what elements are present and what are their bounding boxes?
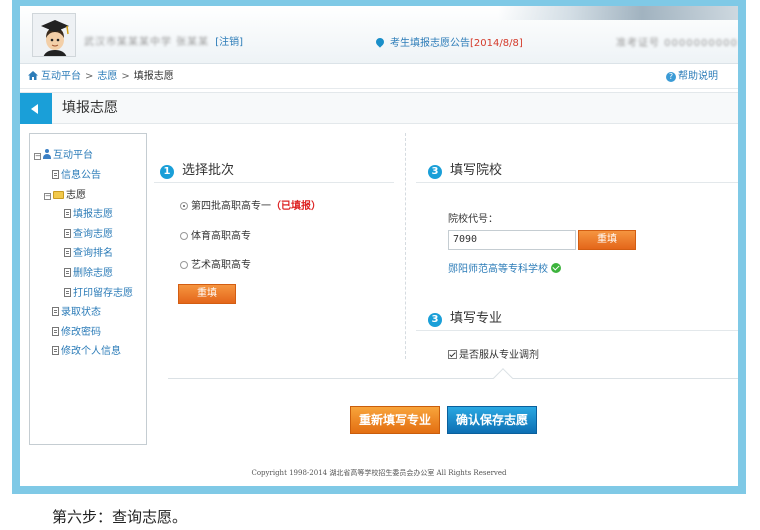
applied-badge: （已填报）: [271, 201, 321, 212]
radio-unselected[interactable]: [180, 261, 188, 269]
tree-item-delete[interactable]: 删除志愿: [64, 264, 113, 279]
folder-icon: [53, 191, 64, 199]
breadcrumb-home[interactable]: 互动平台: [41, 71, 81, 82]
collapse-arrow-button[interactable]: [20, 93, 52, 124]
header-banner-photo: [498, 6, 738, 20]
header: 武汉市某某某中学 张某某 [注销] 考生填报志愿公告[2014/8/8] 准考证号…: [20, 6, 738, 64]
obey-adjust-checkbox[interactable]: 是否服从专业调剂: [448, 346, 539, 361]
refill-major-button[interactable]: 重新填写专业: [350, 406, 440, 434]
step3-rule: [416, 330, 738, 331]
tree-root[interactable]: − 互动平台: [34, 146, 93, 161]
batch-option-2[interactable]: 体育高职高专: [180, 227, 251, 242]
tree-item-rank[interactable]: 查询排名: [64, 244, 113, 259]
batch-option-1[interactable]: 第四批高职高专一（已填报）: [180, 197, 321, 212]
divider-notch: [493, 368, 513, 388]
section-divider: [168, 378, 738, 379]
tree-item-password[interactable]: 修改密码: [52, 323, 101, 338]
radio-selected[interactable]: [180, 202, 188, 210]
home-icon: [28, 71, 38, 80]
exam-number: 准考证号 0000000000: [616, 34, 738, 49]
notice-text: 考生填报志愿公告: [390, 38, 470, 49]
tree-item-profile[interactable]: 修改个人信息: [52, 342, 121, 357]
notice-date: [2014/8/8]: [470, 38, 523, 49]
document-icon: [52, 327, 59, 336]
batch-option-3[interactable]: 艺术高职高专: [180, 256, 251, 271]
confirm-save-button[interactable]: 确认保存志愿: [447, 406, 537, 434]
nav-tree: − 互动平台 信息公告 − 志愿 填报志愿 查询志愿 查询排名 删除志愿 打印留存志…: [29, 133, 147, 445]
step1-heading: 1 选择批次: [160, 159, 234, 179]
breadcrumb-volunteer[interactable]: 志愿: [97, 71, 117, 82]
step3-heading: 3 填写专业: [428, 307, 502, 327]
tree-folder-volunteer[interactable]: − 志愿: [44, 186, 86, 201]
tree-item-admission[interactable]: 录取状态: [52, 303, 101, 318]
user-name-blurred: 武汉市某某某中学 张某某: [84, 37, 210, 48]
breadcrumb-current: 填报志愿: [133, 71, 174, 82]
notice-link[interactable]: 考生填报志愿公告[2014/8/8]: [374, 34, 523, 49]
breadcrumb: 互动平台 > 志愿 > 填报志愿 ? 帮助说明: [20, 65, 738, 89]
document-icon: [52, 346, 59, 355]
document-icon: [64, 268, 71, 277]
caption: 第六步：查询志愿。: [52, 508, 188, 526]
check-circle-icon: [551, 263, 561, 273]
document-icon: [52, 170, 59, 179]
collapse-toggle-icon[interactable]: −: [44, 193, 51, 200]
graduate-avatar-icon: [33, 14, 75, 56]
step1-rule: [154, 182, 394, 183]
document-icon: [64, 209, 71, 218]
title-bar: 填报志愿: [20, 92, 738, 124]
radio-unselected[interactable]: [180, 232, 188, 240]
school-code-input[interactable]: 7090: [448, 230, 576, 250]
step2-rule: [416, 182, 738, 183]
location-pin-icon: [374, 36, 386, 48]
user-info: 武汉市某某某中学 张某某 [注销]: [84, 33, 243, 48]
school-reset-button[interactable]: 重填: [578, 230, 636, 250]
tree-item-fill[interactable]: 填报志愿: [64, 205, 113, 220]
document-icon: [64, 229, 71, 238]
school-name: 郧阳师范高等专科学校: [448, 260, 561, 275]
avatar: [32, 13, 76, 57]
school-code-label: 院校代号：: [448, 214, 498, 225]
step2-heading: 3 填写院校: [428, 159, 502, 179]
help-label: 帮助说明: [678, 71, 718, 82]
step-number-badge: 3: [428, 165, 442, 179]
person-icon: [43, 149, 51, 159]
window-frame: 武汉市某某某中学 张某某 [注销] 考生填报志愿公告[2014/8/8] 准考证号…: [12, 0, 746, 494]
document-icon: [64, 288, 71, 297]
question-icon: ?: [666, 72, 676, 82]
tree-item-query[interactable]: 查询志愿: [64, 225, 113, 240]
column-divider: [405, 133, 406, 359]
batch-reset-button[interactable]: 重填: [178, 284, 236, 304]
document-icon: [64, 248, 71, 257]
step-number-badge: 1: [160, 165, 174, 179]
exam-number-blurred: 准考证号 0000000000: [616, 38, 738, 49]
help-link[interactable]: ? 帮助说明: [666, 65, 718, 89]
page: 武汉市某某某中学 张某某 [注销] 考生填报志愿公告[2014/8/8] 准考证号…: [20, 6, 738, 486]
breadcrumb-separator: >: [85, 71, 94, 82]
document-icon: [52, 307, 59, 316]
page-title: 填报志愿: [62, 100, 118, 116]
tree-item-notice[interactable]: 信息公告: [52, 166, 101, 181]
logout-link[interactable]: [注销]: [215, 37, 243, 48]
step-number-badge: 3: [428, 313, 442, 327]
checkbox-checked-icon[interactable]: [448, 350, 457, 359]
collapse-toggle-icon[interactable]: −: [34, 153, 41, 160]
breadcrumb-separator: >: [121, 71, 130, 82]
copyright: Copyright 1998-2014 湖北省高等学校招生委员会办公室 All …: [251, 469, 507, 477]
main-content: 1 选择批次 第四批高职高专一（已填报） 体育高职高专 艺术高职高专 重填 3 填写…: [154, 133, 738, 445]
tree-item-print[interactable]: 打印留存志愿: [64, 284, 133, 299]
